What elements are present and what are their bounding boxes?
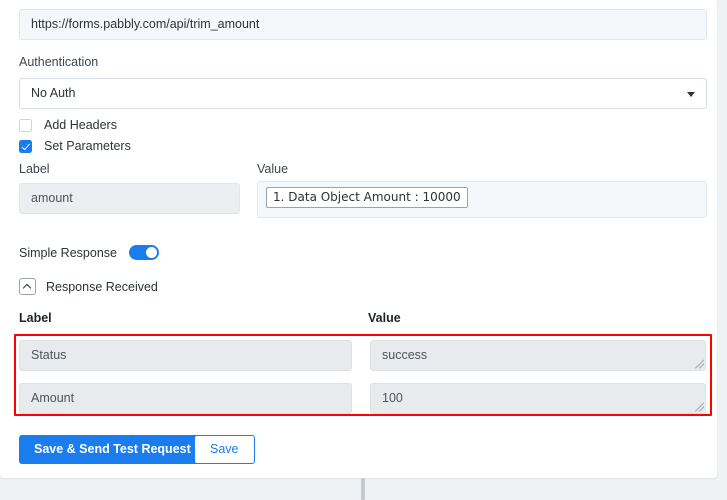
parameter-label-header: Label bbox=[19, 162, 50, 176]
response-row-value-text: success bbox=[382, 348, 428, 362]
response-row-value[interactable]: 100 bbox=[370, 383, 706, 414]
resize-grip-icon[interactable] bbox=[694, 359, 704, 369]
save-button[interactable]: Save bbox=[194, 435, 255, 464]
set-parameters-label: Set Parameters bbox=[44, 139, 131, 153]
response-received-title: Response Received bbox=[46, 279, 158, 294]
simple-response-row: Simple Response bbox=[19, 245, 159, 260]
data-mapping-token[interactable]: 1. Data Object Amount : 10000 bbox=[266, 187, 468, 208]
chevron-down-icon bbox=[687, 92, 695, 97]
workflow-step-panel: https://forms.pabbly.com/api/trim_amount… bbox=[0, 0, 727, 500]
save-and-send-test-request-button[interactable]: Save & Send Test Request bbox=[19, 435, 206, 464]
toggle-knob bbox=[145, 247, 157, 258]
response-row-value-text: 100 bbox=[382, 391, 403, 405]
add-headers-label: Add Headers bbox=[44, 118, 117, 132]
set-parameters-checkbox[interactable] bbox=[19, 139, 32, 153]
simple-response-label: Simple Response bbox=[19, 245, 117, 260]
request-card: https://forms.pabbly.com/api/trim_amount… bbox=[0, 0, 717, 478]
simple-response-toggle[interactable] bbox=[128, 245, 159, 260]
add-headers-checkbox-row[interactable]: Add Headers bbox=[19, 118, 117, 132]
parameter-value-input[interactable]: 1. Data Object Amount : 10000 bbox=[257, 181, 707, 218]
response-row-label[interactable]: Amount bbox=[19, 383, 352, 414]
chevron-up-icon[interactable] bbox=[19, 278, 36, 295]
response-value-header: Value bbox=[368, 311, 401, 325]
add-headers-checkbox[interactable] bbox=[19, 118, 32, 132]
response-row-value[interactable]: success bbox=[370, 340, 706, 371]
response-label-header: Label bbox=[19, 311, 52, 325]
request-url-input[interactable]: https://forms.pabbly.com/api/trim_amount bbox=[19, 9, 707, 40]
authentication-selected-value: No Auth bbox=[31, 86, 76, 100]
parameter-value-header: Value bbox=[257, 162, 289, 176]
resize-grip-icon[interactable] bbox=[694, 402, 704, 412]
response-row-label[interactable]: Status bbox=[19, 340, 352, 371]
step-connector-line bbox=[361, 478, 365, 500]
response-received-row: Response Received bbox=[19, 278, 158, 295]
authentication-label: Authentication bbox=[19, 55, 99, 69]
authentication-select[interactable]: No Auth bbox=[19, 78, 707, 109]
set-parameters-checkbox-row[interactable]: Set Parameters bbox=[19, 139, 131, 153]
parameter-label-input[interactable]: amount bbox=[19, 183, 240, 214]
